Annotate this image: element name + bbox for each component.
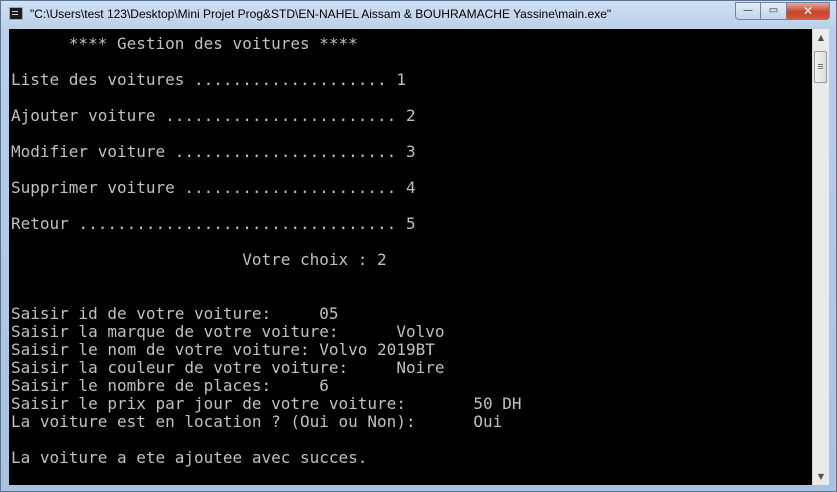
scroll-thumb[interactable]	[814, 51, 827, 83]
maximize-button[interactable]: ▭	[761, 2, 787, 20]
prompt-price: Saisir le prix par jour de votre voiture…	[11, 394, 522, 413]
arrow-down-icon: ▼	[817, 472, 825, 481]
arrow-up-icon: ▲	[817, 33, 825, 42]
close-icon: ✕	[802, 4, 814, 18]
console-app-icon	[9, 7, 23, 20]
prompt-id: Saisir id de votre voiture: 05	[11, 304, 339, 323]
menu-option-modify: Modifier voiture .......................…	[11, 142, 416, 161]
success-message: La voiture a ete ajoutee avec succes.	[11, 448, 368, 467]
menu-option-add: Ajouter voiture ........................…	[11, 106, 416, 125]
prompt-brand: Saisir la marque de votre voiture: Volvo	[11, 322, 445, 341]
vertical-scrollbar[interactable]: ▲ ▼	[812, 29, 829, 485]
title-bar[interactable]: "C:\Users\test 123\Desktop\Mini Projet P…	[1, 1, 836, 28]
prompt-seats: Saisir le nombre de places: 6	[11, 376, 329, 395]
menu-option-delete: Supprimer voiture ......................…	[11, 178, 416, 197]
choice-line: Votre choix : 2	[11, 250, 387, 269]
caption-buttons: — ▭ ✕	[735, 2, 830, 20]
scroll-up-button[interactable]: ▲	[813, 29, 829, 46]
prompt-name: Saisir le nom de votre voiture: Volvo 20…	[11, 340, 435, 359]
console-output[interactable]: **** Gestion des voitures **** Liste des…	[9, 29, 812, 485]
window-title: "C:\Users\test 123\Desktop\Mini Projet P…	[30, 7, 612, 21]
menu-option-back: Retour .................................…	[11, 214, 416, 233]
prompt-color: Saisir la couleur de votre voiture: Noir…	[11, 358, 445, 377]
prompt-rental: La voiture est en location ? (Oui ou Non…	[11, 412, 503, 431]
minimize-button[interactable]: —	[735, 2, 761, 20]
minimize-icon: —	[743, 5, 753, 16]
scroll-down-button[interactable]: ▼	[813, 468, 829, 485]
menu-header: **** Gestion des voitures ****	[11, 34, 358, 53]
console-window: "C:\Users\test 123\Desktop\Mini Projet P…	[0, 0, 837, 492]
menu-option-list: Liste des voitures .................... …	[11, 70, 406, 89]
console-client-area[interactable]: **** Gestion des voitures **** Liste des…	[9, 29, 829, 485]
maximize-icon: ▭	[768, 5, 779, 16]
close-button[interactable]: ✕	[787, 2, 830, 20]
